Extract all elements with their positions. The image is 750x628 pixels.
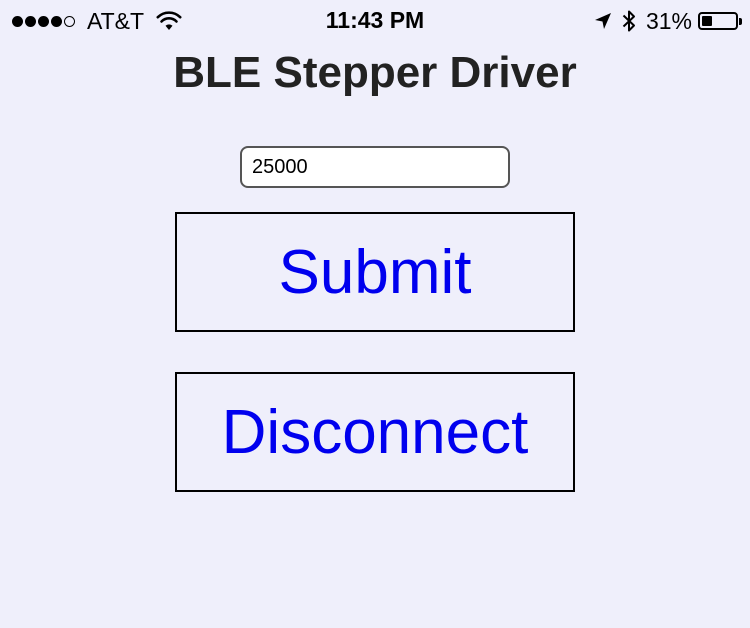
page-title: BLE Stepper Driver (173, 48, 577, 97)
bluetooth-icon (622, 10, 635, 32)
battery-percent: 31% (645, 7, 692, 34)
battery-tip (739, 18, 742, 25)
submit-button[interactable]: Submit (175, 212, 575, 332)
steps-input[interactable] (240, 146, 510, 188)
location-arrow-icon (594, 13, 611, 29)
battery-level-fill (702, 16, 712, 26)
status-bar-right: 31% (594, 7, 742, 34)
disconnect-button[interactable]: Disconnect (175, 372, 575, 492)
status-bar: AT&T 11:43 PM 31% (0, 0, 750, 40)
battery-icon (698, 12, 742, 30)
